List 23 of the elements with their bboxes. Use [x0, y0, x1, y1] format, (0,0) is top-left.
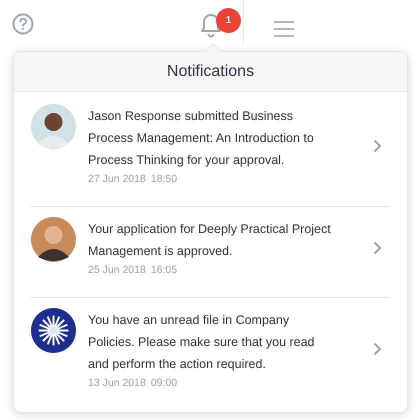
notification-text: Your application for Deeply Practical Project Management is approved.: [88, 220, 332, 260]
avatar: [31, 104, 76, 149]
notification-date: 25 Jun 2018: [88, 262, 146, 278]
chevron-right-icon: [373, 138, 382, 153]
notification-text: Jason Response submitted Business Process Management: An Introduction to Process Thinking for your approval.: [88, 108, 315, 169]
popover-title: Notifications: [166, 62, 254, 82]
notification-date: 13 Jun 2018: [88, 376, 146, 390]
menu-icon[interactable]: [274, 20, 294, 38]
bell-icon[interactable]: [199, 12, 223, 38]
avatar: [31, 216, 76, 262]
chevron-right-icon: [373, 240, 382, 255]
notification-date: 27 Jun 2018: [88, 172, 146, 187]
chevron-right-icon: [373, 342, 382, 356]
help-icon[interactable]: [12, 13, 34, 35]
notification-text: You have an unread file in Company Policies. Please make sure that you read and perform the action required.: [88, 312, 316, 373]
notification-item[interactable]: Your application for Deeply Practical Project Management is approved. 25 Jun 2018 16:05: [31, 206, 390, 298]
notification-item[interactable]: Jason Response submitted Business Process Management: An Introduction to Process Thinking for your approval. 27 Jun 2018 18:50: [31, 92, 390, 207]
notification-time: 09:00: [150, 376, 178, 390]
notification-time: 16:05: [150, 262, 178, 278]
notification-count-badge: 1: [216, 8, 241, 33]
notification-item[interactable]: You have an unread file in Company Policies. Please make sure that you read and perform the action required. 13 Jun 2018 09:00: [31, 298, 390, 410]
notification-time: 18:50: [150, 172, 178, 187]
starburst-logo-icon: [31, 308, 76, 352]
